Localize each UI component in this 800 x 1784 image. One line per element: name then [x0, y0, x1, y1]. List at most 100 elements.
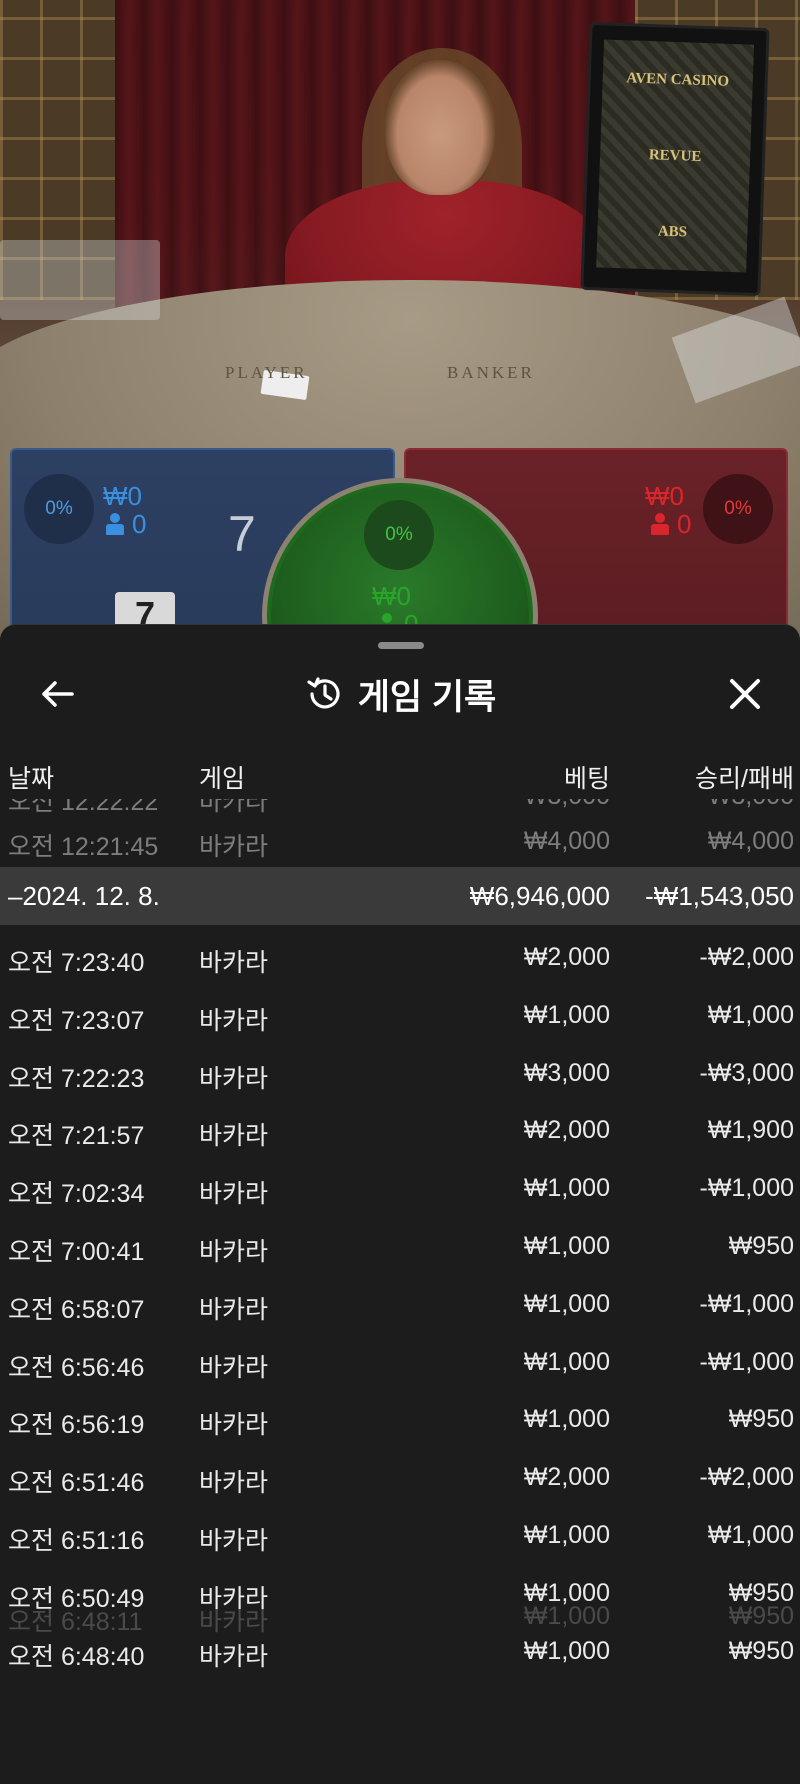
row-time: 오전 6:48:11	[8, 1608, 143, 1636]
row-game: 바카라	[199, 949, 269, 977]
day-summary-row[interactable]: –2024. 12. 8. ₩6,946,000 -₩1,543,050	[0, 867, 800, 925]
person-icon	[106, 513, 124, 535]
player-score: 7	[228, 506, 256, 562]
sponsor-monitor: AVEN CASINO REVUE ABS	[580, 21, 770, 297]
row-game: 바카라	[199, 1064, 269, 1093]
history-row[interactable]: 오전 6:56:46 바카라 ₩1,000 -₩1,000	[0, 1333, 800, 1391]
row-time: 오전 12:21:45	[8, 833, 159, 861]
row-result: -₩1,000	[699, 1347, 794, 1376]
history-row[interactable]: 오전 6:58:07 바카라 ₩1,000 -₩1,000	[0, 1275, 800, 1333]
row-bet: ₩1,000	[523, 1405, 610, 1434]
row-bet: ₩1,000	[523, 1602, 610, 1630]
column-header-date[interactable]: 날짜	[8, 759, 54, 795]
row-time: 오전 6:51:16	[8, 1527, 145, 1555]
tie-bet-amount: ₩0	[372, 581, 411, 611]
row-time: 오전 6:58:07	[8, 1295, 145, 1324]
table-label-banker: BANKER	[447, 363, 535, 382]
monitor-logo: REVUE	[648, 146, 702, 165]
row-bet: ₩1,000	[523, 1521, 610, 1549]
history-row[interactable]: 오전 7:02:34 바카라 ₩1,000 -₩1,000	[0, 1159, 800, 1217]
player-bettors: 0	[106, 510, 146, 538]
history-row[interactable]: 오전 7:00:41 바카라 ₩1,000 ₩950	[0, 1217, 800, 1275]
card-shoe	[0, 240, 160, 320]
player-percent: 0%	[24, 474, 94, 544]
row-time: 오전 7:21:57	[8, 1122, 145, 1151]
history-row[interactable]: 오전 6:56:19 바카라 ₩1,000 ₩950	[0, 1390, 800, 1448]
player-bettor-count: 0	[132, 509, 147, 539]
banker-bet-amount: ₩0	[645, 481, 684, 511]
row-time: 오전 7:23:07	[8, 1006, 145, 1035]
row-time: 오전 7:00:41	[8, 1238, 145, 1266]
history-list[interactable]: 오전 12:22:22 바카라 ₩3,000 ₩3,000 오전 12:21:4…	[0, 799, 800, 1784]
drag-handle[interactable]	[378, 642, 424, 649]
row-result: ₩3,000	[708, 799, 794, 811]
row-game: 바카라	[199, 1295, 269, 1324]
row-game: 바카라	[199, 1469, 269, 1498]
day-total-bet: ₩6,946,000	[469, 881, 610, 911]
row-bet: ₩2,000	[523, 1463, 610, 1492]
row-bet: ₩1,000	[523, 1289, 610, 1318]
history-row[interactable]: 오전 12:21:45 바카라 ₩4,000 ₩4,000	[0, 812, 800, 870]
row-time: 오전 7:02:34	[8, 1180, 145, 1209]
tie-percent: 0%	[364, 500, 434, 570]
row-bet: ₩2,000	[523, 943, 610, 971]
day-total-result: -₩1,543,050	[645, 881, 794, 911]
sheet-title: 게임 기록	[0, 669, 800, 719]
row-bet: ₩3,000	[523, 1058, 610, 1087]
column-header-result[interactable]: 승리/패배	[695, 759, 794, 795]
row-game: 바카라	[199, 1353, 269, 1382]
row-bet: ₩2,000	[523, 1116, 610, 1145]
row-result: ₩4,000	[707, 827, 794, 855]
row-game: 바카라	[199, 1411, 269, 1440]
close-button[interactable]	[720, 669, 770, 719]
row-bet: ₩1,000	[523, 1232, 610, 1260]
banker-percent: 0%	[703, 474, 773, 544]
row-game: 바카라	[199, 1006, 269, 1035]
row-result: ₩950	[728, 1232, 794, 1260]
dealer-face	[385, 60, 495, 195]
row-bet: ₩3,000	[524, 799, 610, 811]
row-game: 바카라	[199, 1527, 269, 1555]
history-row[interactable]: 오전 7:21:57 바카라 ₩2,000 ₩1,900	[0, 1101, 800, 1159]
row-result: -₩3,000	[699, 1058, 794, 1087]
row-result: ₩950	[728, 1405, 794, 1434]
row-result: -₩2,000	[699, 1463, 794, 1492]
row-result: ₩1,000	[707, 1521, 794, 1549]
row-time: 오전 6:56:46	[8, 1353, 145, 1382]
monitor-logo: AVEN CASINO	[626, 69, 730, 90]
banker-bettors: 0	[651, 510, 691, 538]
row-bet: ₩1,000	[523, 1174, 610, 1203]
history-icon	[307, 677, 340, 709]
row-game: 바카라	[199, 833, 269, 861]
row-result: -₩2,000	[699, 943, 794, 971]
history-row[interactable]: 오전 7:23:40 바카라 ₩2,000 -₩2,000	[0, 928, 800, 986]
row-result: -₩1,000	[699, 1174, 794, 1203]
history-row[interactable]: 오전 6:51:46 바카라 ₩2,000 -₩2,000	[0, 1448, 800, 1506]
row-result: ₩1,900	[707, 1116, 794, 1145]
row-time: 오전 7:22:23	[8, 1064, 145, 1093]
history-row[interactable]: 오전 6:51:16 바카라 ₩1,000 ₩1,000	[0, 1506, 800, 1564]
row-time: 오전 6:51:46	[8, 1469, 145, 1498]
page-title: 게임 기록	[357, 677, 497, 717]
row-game: 바카라	[199, 1608, 269, 1636]
game-history-sheet: 게임 기록 날짜 게임 베팅 승리/패배 오전 12:22:22 바카라 ₩3,…	[0, 624, 800, 1784]
person-icon	[651, 513, 669, 535]
column-header-game[interactable]: 게임	[199, 759, 245, 795]
history-row[interactable]: 오전 7:22:23 바카라 ₩3,000 -₩3,000	[0, 1044, 800, 1102]
history-row[interactable]: 오전 6:48:11 바카라 ₩1,000 ₩950	[0, 1587, 800, 1645]
day-date: –2024. 12. 8.	[8, 881, 160, 911]
row-time: 오전 7:23:40	[8, 949, 145, 977]
player-bet-amount: ₩0	[103, 481, 142, 511]
row-game: 바카라	[199, 1238, 269, 1266]
close-icon	[730, 679, 760, 709]
column-header-bet[interactable]: 베팅	[564, 759, 610, 795]
row-game: 바카라	[199, 1180, 269, 1209]
sheet-header: 게임 기록	[0, 663, 800, 725]
history-row[interactable]: 오전 7:23:07 바카라 ₩1,000 ₩1,000	[0, 986, 800, 1044]
row-bet: ₩1,000	[523, 1000, 610, 1029]
row-bet: ₩4,000	[523, 827, 610, 855]
row-time: 오전 6:56:19	[8, 1411, 145, 1440]
row-result: ₩1,000	[707, 1000, 794, 1029]
row-game: 바카라	[199, 1122, 269, 1151]
row-result: ₩950	[728, 1602, 794, 1630]
